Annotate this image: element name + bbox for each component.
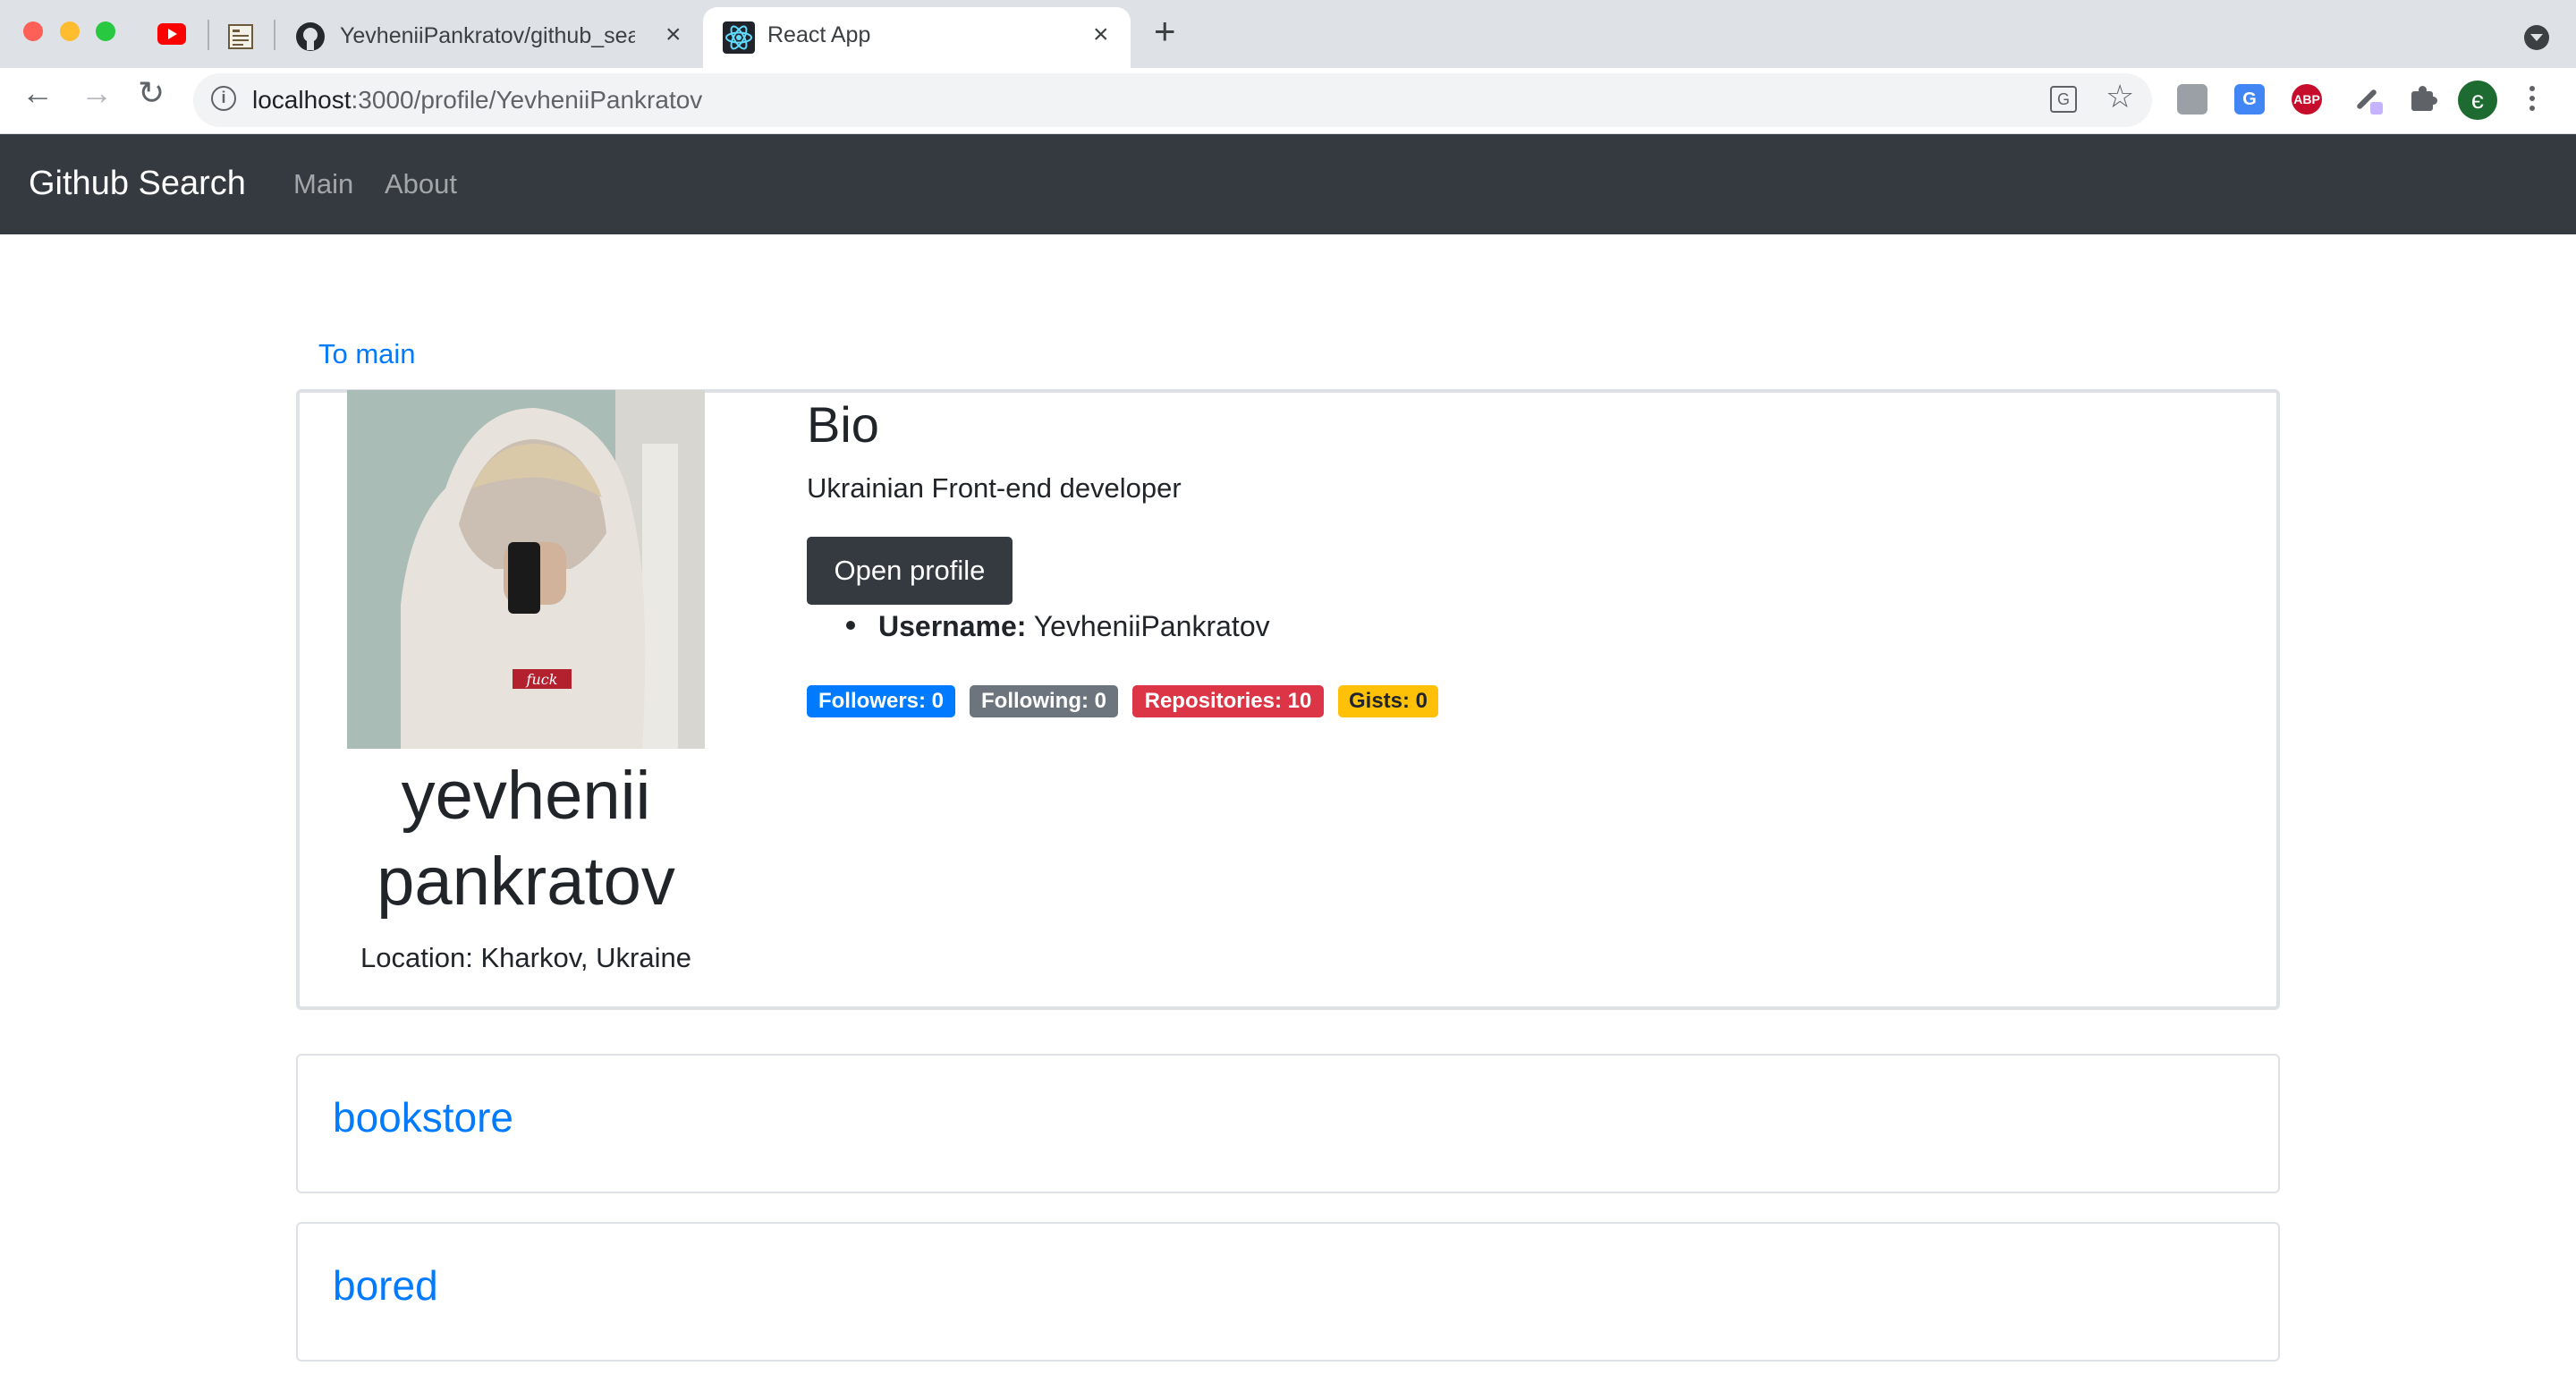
profile-avatar[interactable]: є [2458, 81, 2497, 120]
repo-card [296, 1054, 2280, 1193]
username-item: Username: YevheniiPankratov [878, 610, 1270, 643]
username-label: Username: [878, 610, 1027, 642]
avatar-photo: fuck [347, 390, 705, 749]
gists-badge: Gists: 0 [1338, 685, 1438, 717]
tab-separator [208, 20, 209, 50]
active-tab[interactable]: React App × [703, 7, 1131, 68]
repo-link[interactable]: bookstore [333, 1093, 513, 1141]
github-tab[interactable]: YevheniiPankratov/github_sear × [292, 20, 689, 55]
forward-arrow-icon[interactable]: → [80, 77, 113, 109]
bio-text: Ukrainian Front-end developer [807, 472, 1182, 504]
repo-link[interactable]: bored [333, 1261, 438, 1310]
bookmark-star-icon[interactable]: ☆ [2106, 81, 2134, 113]
google-translate-extension-icon[interactable]: G [2234, 84, 2265, 115]
repositories-badge: Repositories: 10 [1132, 685, 1324, 717]
maximize-window-button[interactable] [96, 21, 115, 41]
url-text[interactable]: localhost:3000/profile/YevheniiPankratov [252, 86, 702, 115]
translate-icon[interactable]: G [2050, 86, 2077, 113]
profile-name: yevhenii pankratov [377, 758, 675, 920]
open-profile-button[interactable]: Open profile [807, 537, 1013, 605]
info-icon: i [211, 86, 236, 111]
username-value: YevheniiPankratov [1033, 610, 1270, 642]
play-icon [168, 29, 177, 39]
close-window-button[interactable] [23, 21, 43, 41]
repo-card [296, 1222, 2280, 1362]
react-icon [723, 21, 755, 54]
eyedropper-extension-icon[interactable] [2351, 84, 2383, 115]
nav-link-main[interactable]: Main [293, 168, 353, 200]
close-tab-icon[interactable]: × [1093, 21, 1109, 48]
new-tab-button[interactable]: + [1154, 13, 1176, 50]
url-host: localhost [252, 86, 352, 114]
following-badge: Following: 0 [970, 685, 1118, 717]
tab-separator [274, 20, 275, 50]
profile-location: Location: Kharkov, Ukraine [360, 942, 691, 973]
document-tab[interactable] [227, 23, 254, 50]
minimize-window-button[interactable] [60, 21, 80, 41]
youtube-tab[interactable] [157, 23, 186, 45]
extensions-puzzle-icon[interactable] [2408, 84, 2438, 115]
extension-user-icon[interactable] [2177, 84, 2207, 115]
close-tab-icon[interactable]: × [665, 21, 682, 48]
reload-icon[interactable]: ↻ [138, 77, 165, 109]
tab-title: YevheniiPankratov/github_sear [340, 23, 635, 48]
list-bullet [846, 621, 855, 630]
tab-title: React App [767, 22, 871, 47]
to-main-link[interactable]: To main [318, 338, 416, 370]
avatar-hoodie-print: fuck [526, 671, 558, 688]
adblock-plus-icon[interactable]: ABP [2292, 84, 2322, 115]
url-path: :3000/profile/YevheniiPankratov [351, 86, 703, 114]
browser-menu-icon[interactable] [2528, 84, 2537, 115]
back-arrow-icon[interactable]: ← [21, 77, 54, 109]
profile-initial: є [2470, 86, 2485, 114]
github-icon [296, 22, 325, 51]
followers-badge: Followers: 0 [807, 685, 955, 717]
navbar-brand[interactable]: Github Search [29, 165, 246, 203]
avatar: fuck [347, 390, 705, 749]
nav-link-about[interactable]: About [385, 168, 457, 200]
tab-search-icon[interactable] [2524, 25, 2549, 50]
bio-heading: Bio [807, 396, 879, 453]
document-icon [228, 24, 253, 49]
